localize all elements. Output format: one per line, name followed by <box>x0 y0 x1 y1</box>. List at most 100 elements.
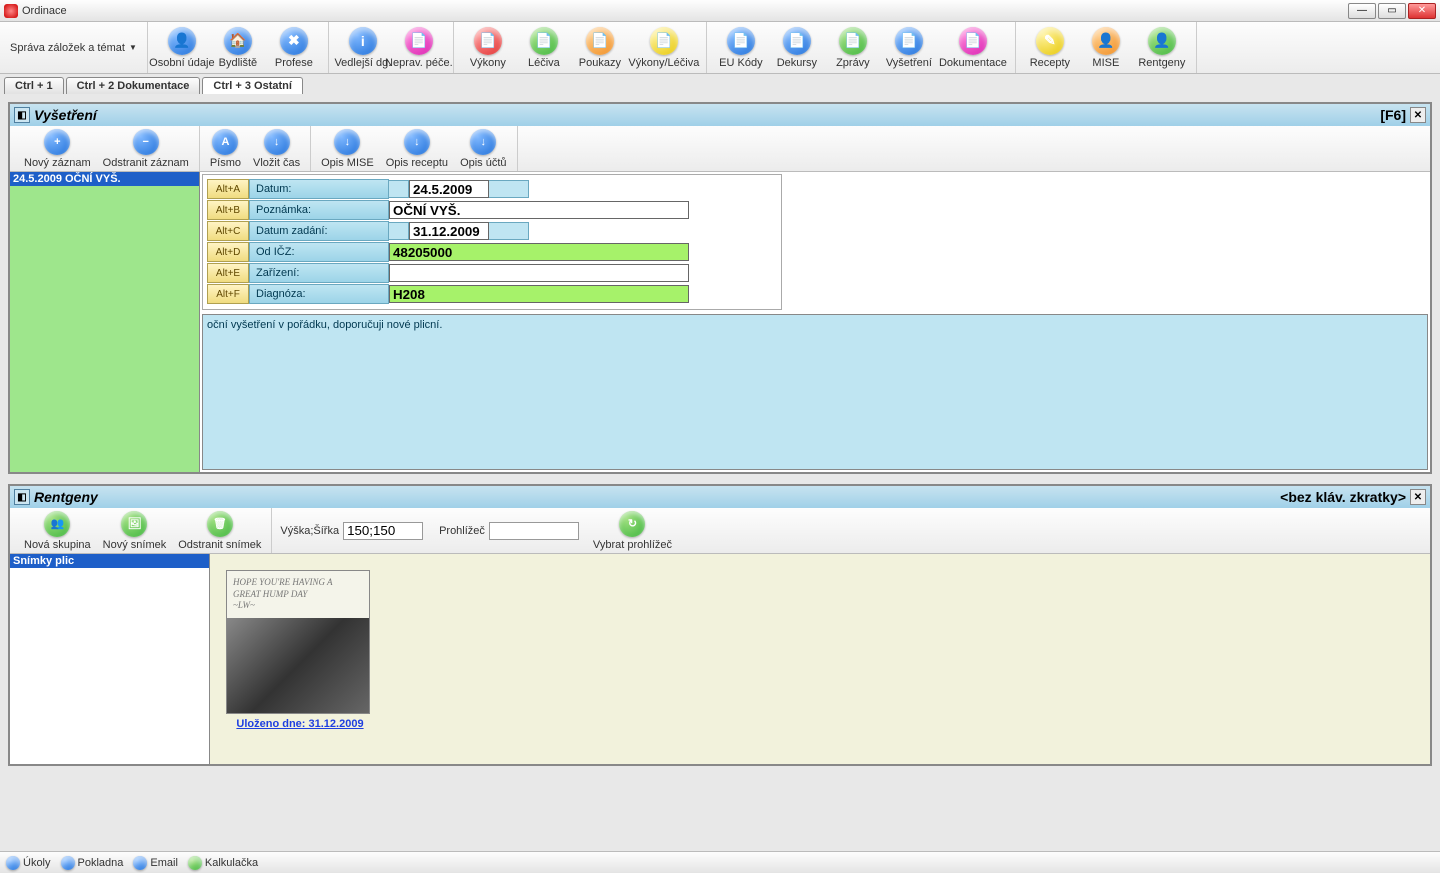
viewer-field: Prohlížeč <box>431 508 587 553</box>
toolbar-v-kony-l-iva[interactable]: 📄Výkony/Léčiva <box>628 22 700 73</box>
form-row: Alt+BPoznámka: <box>207 200 777 220</box>
refresh-icon: ↻ <box>619 511 645 537</box>
status-úkoly[interactable]: Úkoly <box>6 856 51 870</box>
panel-close-button[interactable]: ✕ <box>1410 489 1426 505</box>
text-input[interactable] <box>389 201 689 219</box>
status-icon <box>6 856 20 870</box>
toolbar-profese[interactable]: ✖Profese <box>266 22 322 73</box>
vys-opis-t-[interactable]: ↓Opis účtů <box>454 126 512 171</box>
text-input[interactable] <box>389 264 689 282</box>
maximize-button[interactable]: ▭ <box>1378 3 1406 19</box>
toolbar-icon: 📄 <box>895 27 923 55</box>
text-input[interactable] <box>389 285 689 303</box>
toolbar-dekursy[interactable]: 📄Dekursy <box>769 22 825 73</box>
vysetreni-list[interactable]: 24.5.2009 OČNÍ VYŠ. <box>10 172 200 472</box>
toolbar-dokumentace[interactable]: 📄Dokumentace <box>937 22 1009 73</box>
rentgeny-list[interactable]: Snímky plic <box>10 554 210 764</box>
button-label: Odstranit snímek <box>178 539 261 551</box>
toolbar-eu-k-dy[interactable]: 📄EU Kódy <box>713 22 769 73</box>
app-icon <box>4 4 18 18</box>
minimize-button[interactable]: — <box>1348 3 1376 19</box>
field-label: Datum zadání: <box>249 221 389 241</box>
toolbar-neprav-p-e-[interactable]: 📄Neprav. péče. <box>391 22 447 73</box>
vys-opis-mise[interactable]: ↓Opis MISE <box>315 126 380 171</box>
date-prefix-cell[interactable] <box>389 180 409 198</box>
viewer-input[interactable] <box>489 522 579 540</box>
rentgeny-thumbnails: HOPE YOU'RE HAVING A GREAT HUMP DAY ~LW~… <box>210 554 1430 764</box>
rentgeny-list-row-selected[interactable]: Snímky plic <box>10 554 209 568</box>
vysetreni-note[interactable]: oční vyšetření v pořádku, doporučuji nov… <box>202 314 1428 470</box>
date-suffix-cell[interactable] <box>489 222 529 240</box>
field-value-wrap <box>389 242 777 262</box>
choose-viewer-button[interactable]: ↻ Vybrat prohlížeč <box>587 508 678 553</box>
toolbar-icon: 📄 <box>727 27 755 55</box>
hotkey-badge: Alt+B <box>207 200 249 220</box>
status-icon <box>61 856 75 870</box>
status-kalkulačka[interactable]: Kalkulačka <box>188 856 258 870</box>
hotkey-badge: Alt+C <box>207 221 249 241</box>
vys-p-smo[interactable]: APísmo <box>204 126 247 171</box>
toolbar-label: Neprav. péče. <box>385 57 453 69</box>
toolbar-osobn-daje[interactable]: 👤Osobní údaje <box>154 22 210 73</box>
toolbar-v-kony[interactable]: 📄Výkony <box>460 22 516 73</box>
status-email[interactable]: Email <box>133 856 178 870</box>
toolbar-recepty[interactable]: ✎Recepty <box>1022 22 1078 73</box>
manage-tabs-menu[interactable]: Správa záložek a témat ▼ <box>0 22 148 73</box>
vys-vlo-it-as[interactable]: ↓Vložit čas <box>247 126 306 171</box>
hotkey-badge: Alt+E <box>207 263 249 283</box>
text-input[interactable] <box>389 243 689 261</box>
size-input[interactable] <box>343 522 423 540</box>
toolbar-rentgeny[interactable]: 👤Rentgeny <box>1134 22 1190 73</box>
rtg-nov-sn-mek[interactable]: 🖼Nový snímek <box>97 508 173 553</box>
toolbar-icon: 👤 <box>1092 27 1120 55</box>
field-label: Datum: <box>249 179 389 199</box>
date-input[interactable] <box>409 222 489 240</box>
tab[interactable]: Ctrl + 2 Dokumentace <box>66 77 201 94</box>
panel-close-button[interactable]: ✕ <box>1410 107 1426 123</box>
toolbar-bydli-t-[interactable]: 🏠Bydliště <box>210 22 266 73</box>
overlay-line-3: ~LW~ <box>233 600 363 612</box>
chevron-down-icon: ▼ <box>129 43 137 52</box>
rentgeny-header: ◧ Rentgeny <bez kláv. zkratky> ✕ <box>10 486 1430 508</box>
toolbar-icon: 🏠 <box>224 27 252 55</box>
toolbar-vedlej-dg-[interactable]: iVedlejší dg. <box>335 22 391 73</box>
toolbar-poukazy[interactable]: 📄Poukazy <box>572 22 628 73</box>
toolbar-label: Vyšetření <box>886 57 932 69</box>
tab[interactable]: Ctrl + 3 Ostatní <box>202 77 303 94</box>
toolbar-label: Profese <box>275 57 313 69</box>
panel-icon[interactable]: ◧ <box>14 107 30 123</box>
vys-opis-receptu[interactable]: ↓Opis receptu <box>380 126 454 171</box>
button-icon: ↓ <box>334 129 360 155</box>
form-row: Alt+EZařízení: <box>207 263 777 283</box>
toolbar-icon: 👤 <box>1148 27 1176 55</box>
tab[interactable]: Ctrl + 1 <box>4 77 64 94</box>
toolbar-vy-et-en-[interactable]: 📄 Vyšetření <box>881 22 937 73</box>
rtg-nov-skupina[interactable]: 👥Nová skupina <box>18 508 97 553</box>
close-button[interactable]: ✕ <box>1408 3 1436 19</box>
date-prefix-cell[interactable] <box>389 222 409 240</box>
toolbar-zpr-vy[interactable]: 📄Zprávy <box>825 22 881 73</box>
toolbar-icon: 📄 <box>839 27 867 55</box>
status-pokladna[interactable]: Pokladna <box>61 856 124 870</box>
hotkey-badge: Alt+F <box>207 284 249 304</box>
rentgeny-title: Rentgeny <box>34 489 98 505</box>
toolbar-l-iva[interactable]: 📄 Léčiva <box>516 22 572 73</box>
vys-nov-z-znam[interactable]: +Nový záznam <box>18 126 97 171</box>
panel-icon[interactable]: ◧ <box>14 489 30 505</box>
rtg-odstranit-sn-mek[interactable]: 🗑Odstranit snímek <box>172 508 267 553</box>
status-label: Email <box>150 857 178 869</box>
thumbnail-caption[interactable]: Uloženo dne: 31.12.2009 <box>226 714 374 730</box>
toolbar-label: Recepty <box>1030 57 1070 69</box>
button-icon: + <box>44 129 70 155</box>
toolbar-label: Osobní údaje <box>149 57 214 69</box>
vysetreni-list-row-selected[interactable]: 24.5.2009 OČNÍ VYŠ. <box>10 172 199 186</box>
vys-odstranit-z-znam[interactable]: −Odstranit záznam <box>97 126 195 171</box>
toolbar-label: Léčiva <box>528 57 560 69</box>
date-input[interactable] <box>409 180 489 198</box>
vysetreni-title: Vyšetření <box>34 107 97 123</box>
button-label: Písmo <box>210 157 241 169</box>
toolbar-icon: 📄 <box>530 27 558 55</box>
xray-thumbnail[interactable]: HOPE YOU'RE HAVING A GREAT HUMP DAY ~LW~… <box>226 570 374 730</box>
toolbar-mise[interactable]: 👤MISE <box>1078 22 1134 73</box>
date-suffix-cell[interactable] <box>489 180 529 198</box>
